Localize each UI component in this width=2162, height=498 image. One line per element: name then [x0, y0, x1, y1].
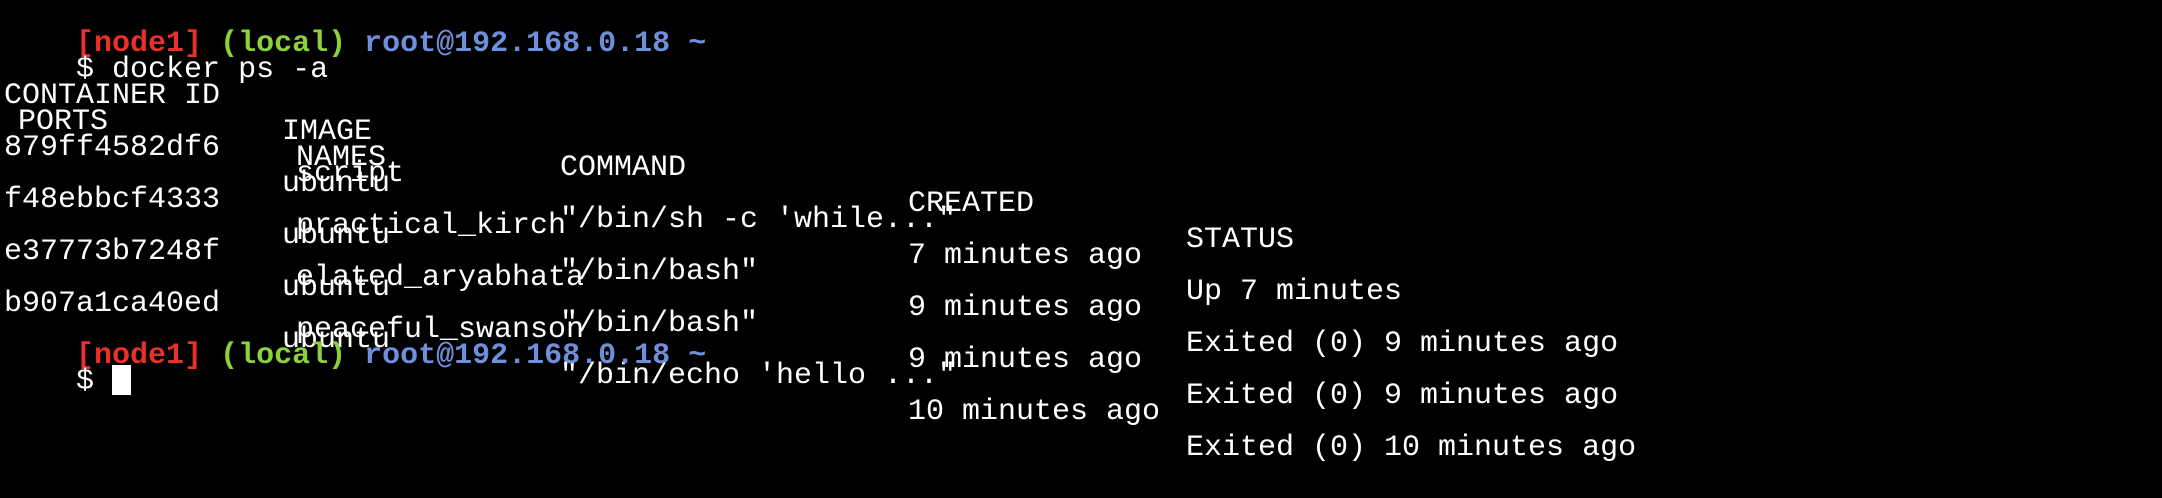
container-name: practical_kirch: [296, 209, 567, 243]
container-command: "/bin/bash": [560, 255, 759, 289]
container-command: "/bin/sh -c 'while...": [560, 203, 957, 237]
prompt-path: ~: [688, 339, 707, 373]
container-name: elated_aryabhata: [296, 261, 585, 295]
container-status: Up 7 minutes: [1186, 275, 1403, 309]
prompt-symbol: $: [76, 365, 95, 399]
header-status: STATUS: [1186, 223, 1295, 257]
container-created: 9 minutes ago: [908, 291, 1143, 325]
prompt-host: root@192.168.0.18: [364, 339, 671, 373]
input-line[interactable]: $: [4, 328, 132, 399]
container-status: Exited (0) 9 minutes ago: [1186, 379, 1619, 413]
prompt-env: (local): [220, 339, 347, 373]
prompt-host: root@192.168.0.18: [364, 27, 671, 61]
header-command: COMMAND: [560, 151, 687, 185]
terminal-window[interactable]: [node1] (local) root@192.168.0.18 ~ $ do…: [0, 0, 2162, 498]
container-created: 7 minutes ago: [908, 239, 1143, 273]
container-name: script: [296, 157, 405, 191]
container-status: Exited (0) 10 minutes ago: [1186, 431, 1637, 465]
text-cursor[interactable]: [112, 365, 132, 395]
prompt-path: ~: [688, 27, 707, 61]
container-status: Exited (0) 9 minutes ago: [1186, 327, 1619, 361]
container-created: 10 minutes ago: [908, 395, 1161, 429]
